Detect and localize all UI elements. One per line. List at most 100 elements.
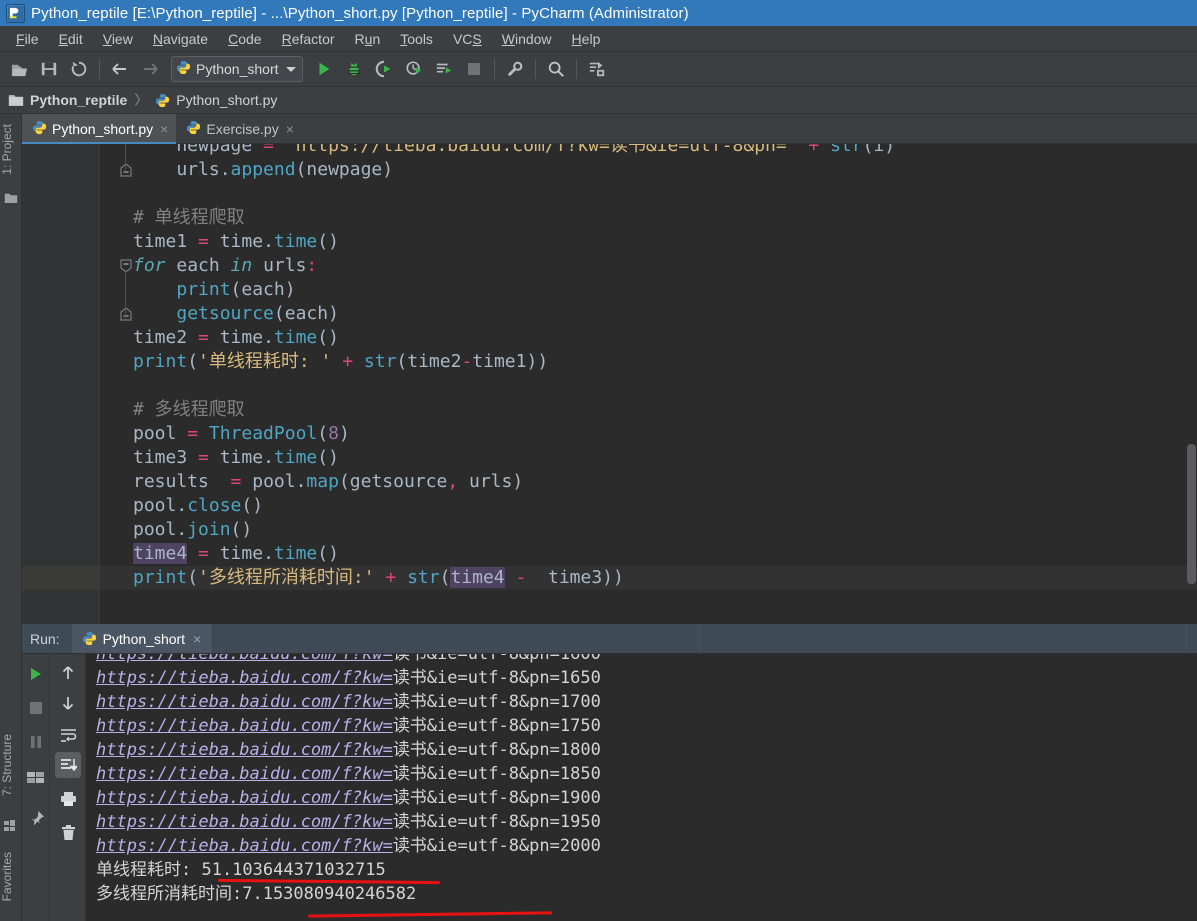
console-url-link[interactable]: https://tieba.baidu.com/f?kw= <box>96 836 393 856</box>
code-token: time3 <box>133 447 198 468</box>
console-url-link[interactable]: https://tieba.baidu.com/f?kw= <box>96 812 393 832</box>
close-icon[interactable]: × <box>286 122 294 136</box>
trash-icon[interactable] <box>55 820 81 846</box>
console-url-line[interactable]: https://tieba.baidu.com/f?kw=读书&ie=utf-8… <box>96 690 601 714</box>
toolbar-divider-4 <box>576 59 577 79</box>
menu-vcs[interactable]: VCS <box>443 28 492 50</box>
code-token: '单线程耗时: ' <box>198 351 342 372</box>
run-configuration-selector[interactable]: Python_short <box>171 56 303 82</box>
menu-edit[interactable]: Edit <box>49 28 93 50</box>
save-icon[interactable] <box>36 56 62 82</box>
console-url-line[interactable]: https://tieba.baidu.com/f?kw=读书&ie=utf-8… <box>96 834 601 858</box>
run-icon[interactable] <box>311 56 337 82</box>
up-arrow-icon[interactable] <box>55 660 81 686</box>
open-folder-icon[interactable] <box>6 56 32 82</box>
menu-refactor[interactable]: Refactor <box>272 28 345 50</box>
profile-icon[interactable] <box>401 56 427 82</box>
sidebar-item-favorites[interactable]: Favorites <box>0 852 22 901</box>
code-line[interactable]: # 多线程爬取 <box>133 398 245 422</box>
console-url-query: 读书&ie=utf-8&pn=1700 <box>393 692 601 712</box>
code-line[interactable]: results = pool.map(getsource, urls) <box>133 470 523 494</box>
menu-navigate[interactable]: Navigate <box>143 28 218 50</box>
console-url-link[interactable]: https://tieba.baidu.com/f?kw= <box>96 764 393 784</box>
menu-code[interactable]: Code <box>218 28 271 50</box>
stop-icon[interactable] <box>461 56 487 82</box>
chevron-down-icon[interactable] <box>286 67 296 72</box>
code-editor[interactable]: 14151617181920212223242526272829303132 n… <box>22 144 1197 624</box>
scrollbar-thumb[interactable] <box>1187 444 1196 584</box>
code-text[interactable]: newpage = 'https://tieba.baidu.com/f?kw=… <box>100 144 1197 624</box>
code-line[interactable]: # 单线程爬取 <box>133 206 245 230</box>
console-url-link[interactable]: https://tieba.baidu.com/f?kw= <box>96 668 393 688</box>
console-url-link[interactable]: https://tieba.baidu.com/f?kw= <box>96 788 393 808</box>
editor-scrollbar[interactable] <box>1185 144 1197 624</box>
code-line[interactable]: pool.close() <box>133 494 263 518</box>
rerun-icon[interactable] <box>24 662 48 686</box>
console-url-line[interactable]: https://tieba.baidu.com/f?kw=读书&ie=utf-8… <box>96 738 601 762</box>
editor-tab-exercise[interactable]: Exercise.py × <box>176 114 302 144</box>
breadcrumb-project[interactable]: Python_reptile <box>8 92 127 108</box>
code-token: - <box>461 351 472 372</box>
close-icon[interactable]: × <box>193 631 201 647</box>
sidebar-item-structure[interactable]: 7: Structure <box>0 734 22 796</box>
code-line[interactable]: print('单线程耗时: ' + str(time2-time1)) <box>133 350 548 374</box>
close-icon[interactable]: × <box>160 122 168 136</box>
soft-wrap-icon[interactable] <box>55 722 81 748</box>
code-token: urls) <box>458 471 523 492</box>
console-output[interactable]: https://tieba.baidu.com/f?kw=读书&ie=utf-8… <box>86 654 1197 921</box>
sync-icon[interactable] <box>66 56 92 82</box>
pin-icon[interactable] <box>24 806 48 830</box>
menu-view[interactable]: View <box>93 28 143 50</box>
console-url-link[interactable]: https://tieba.baidu.com/f?kw= <box>96 716 393 736</box>
code-line[interactable]: print(each) <box>133 278 296 302</box>
update-project-icon[interactable] <box>584 56 610 82</box>
structure-grid-icon[interactable] <box>4 820 18 832</box>
scroll-to-end-icon[interactable] <box>55 752 81 778</box>
menu-file[interactable]: File <box>6 28 49 50</box>
menu-help[interactable]: Help <box>562 28 611 50</box>
back-arrow-icon[interactable] <box>107 56 133 82</box>
code-line[interactable]: time2 = time.time() <box>133 326 339 350</box>
search-icon[interactable] <box>543 56 569 82</box>
breadcrumb-file[interactable]: Python_short.py <box>155 92 277 108</box>
menu-tools[interactable]: Tools <box>390 28 443 50</box>
settings-wrench-icon[interactable] <box>502 56 528 82</box>
print-icon[interactable] <box>55 786 81 812</box>
run-coverage-icon[interactable] <box>371 56 397 82</box>
code-line[interactable]: getsource(each) <box>133 302 339 326</box>
run-tab-python-short[interactable]: Python_short × <box>72 624 212 653</box>
console-url-link[interactable]: https://tieba.baidu.com/f?kw= <box>96 692 393 712</box>
code-line[interactable]: time4 = time.time() <box>133 542 339 566</box>
menu-run[interactable]: Run <box>345 28 391 50</box>
folder-icon[interactable] <box>4 192 18 204</box>
menu-window[interactable]: Window <box>492 28 562 50</box>
pause-icon[interactable] <box>24 730 48 754</box>
editor-tab-python-short[interactable]: Python_short.py × <box>22 114 176 144</box>
code-token: time1)) <box>472 351 548 372</box>
code-token: str <box>830 144 863 156</box>
debug-icon[interactable] <box>341 56 367 82</box>
console-url-line[interactable]: https://tieba.baidu.com/f?kw=读书&ie=utf-8… <box>96 714 601 738</box>
code-line[interactable]: urls.append(newpage) <box>133 158 393 182</box>
layout-icon[interactable] <box>24 766 48 790</box>
code-line[interactable]: time1 = time.time() <box>133 230 339 254</box>
console-url-line[interactable]: https://tieba.baidu.com/f?kw=读书&ie=utf-8… <box>96 810 601 834</box>
code-line[interactable]: for each in urls: <box>133 254 317 278</box>
forward-arrow-icon[interactable] <box>137 56 163 82</box>
code-line[interactable]: pool.join() <box>133 518 252 542</box>
run-with-parameters-icon[interactable] <box>431 56 457 82</box>
code-line[interactable]: pool = ThreadPool(8) <box>133 422 350 446</box>
code-token: print <box>133 351 187 372</box>
editor-gutter[interactable] <box>22 144 100 624</box>
console-url-line[interactable]: https://tieba.baidu.com/f?kw=读书&ie=utf-8… <box>96 762 601 786</box>
console-url-link[interactable]: https://tieba.baidu.com/f?kw= <box>96 740 393 760</box>
current-line-gutter-highlight <box>22 566 100 590</box>
console-url-line[interactable]: https://tieba.baidu.com/f?kw=读书&ie=utf-8… <box>96 786 601 810</box>
code-line[interactable]: print('多线程所消耗时间:' + str(time4 - time3)) <box>133 566 624 590</box>
down-arrow-icon[interactable] <box>55 690 81 716</box>
code-line[interactable]: time3 = time.time() <box>133 446 339 470</box>
console-url-line[interactable]: https://tieba.baidu.com/f?kw=读书&ie=utf-8… <box>96 666 601 690</box>
code-line[interactable]: newpage = 'https://tieba.baidu.com/f?kw=… <box>133 144 895 158</box>
stop-icon[interactable] <box>24 696 48 720</box>
sidebar-item-project[interactable]: 1: Project <box>0 124 22 175</box>
